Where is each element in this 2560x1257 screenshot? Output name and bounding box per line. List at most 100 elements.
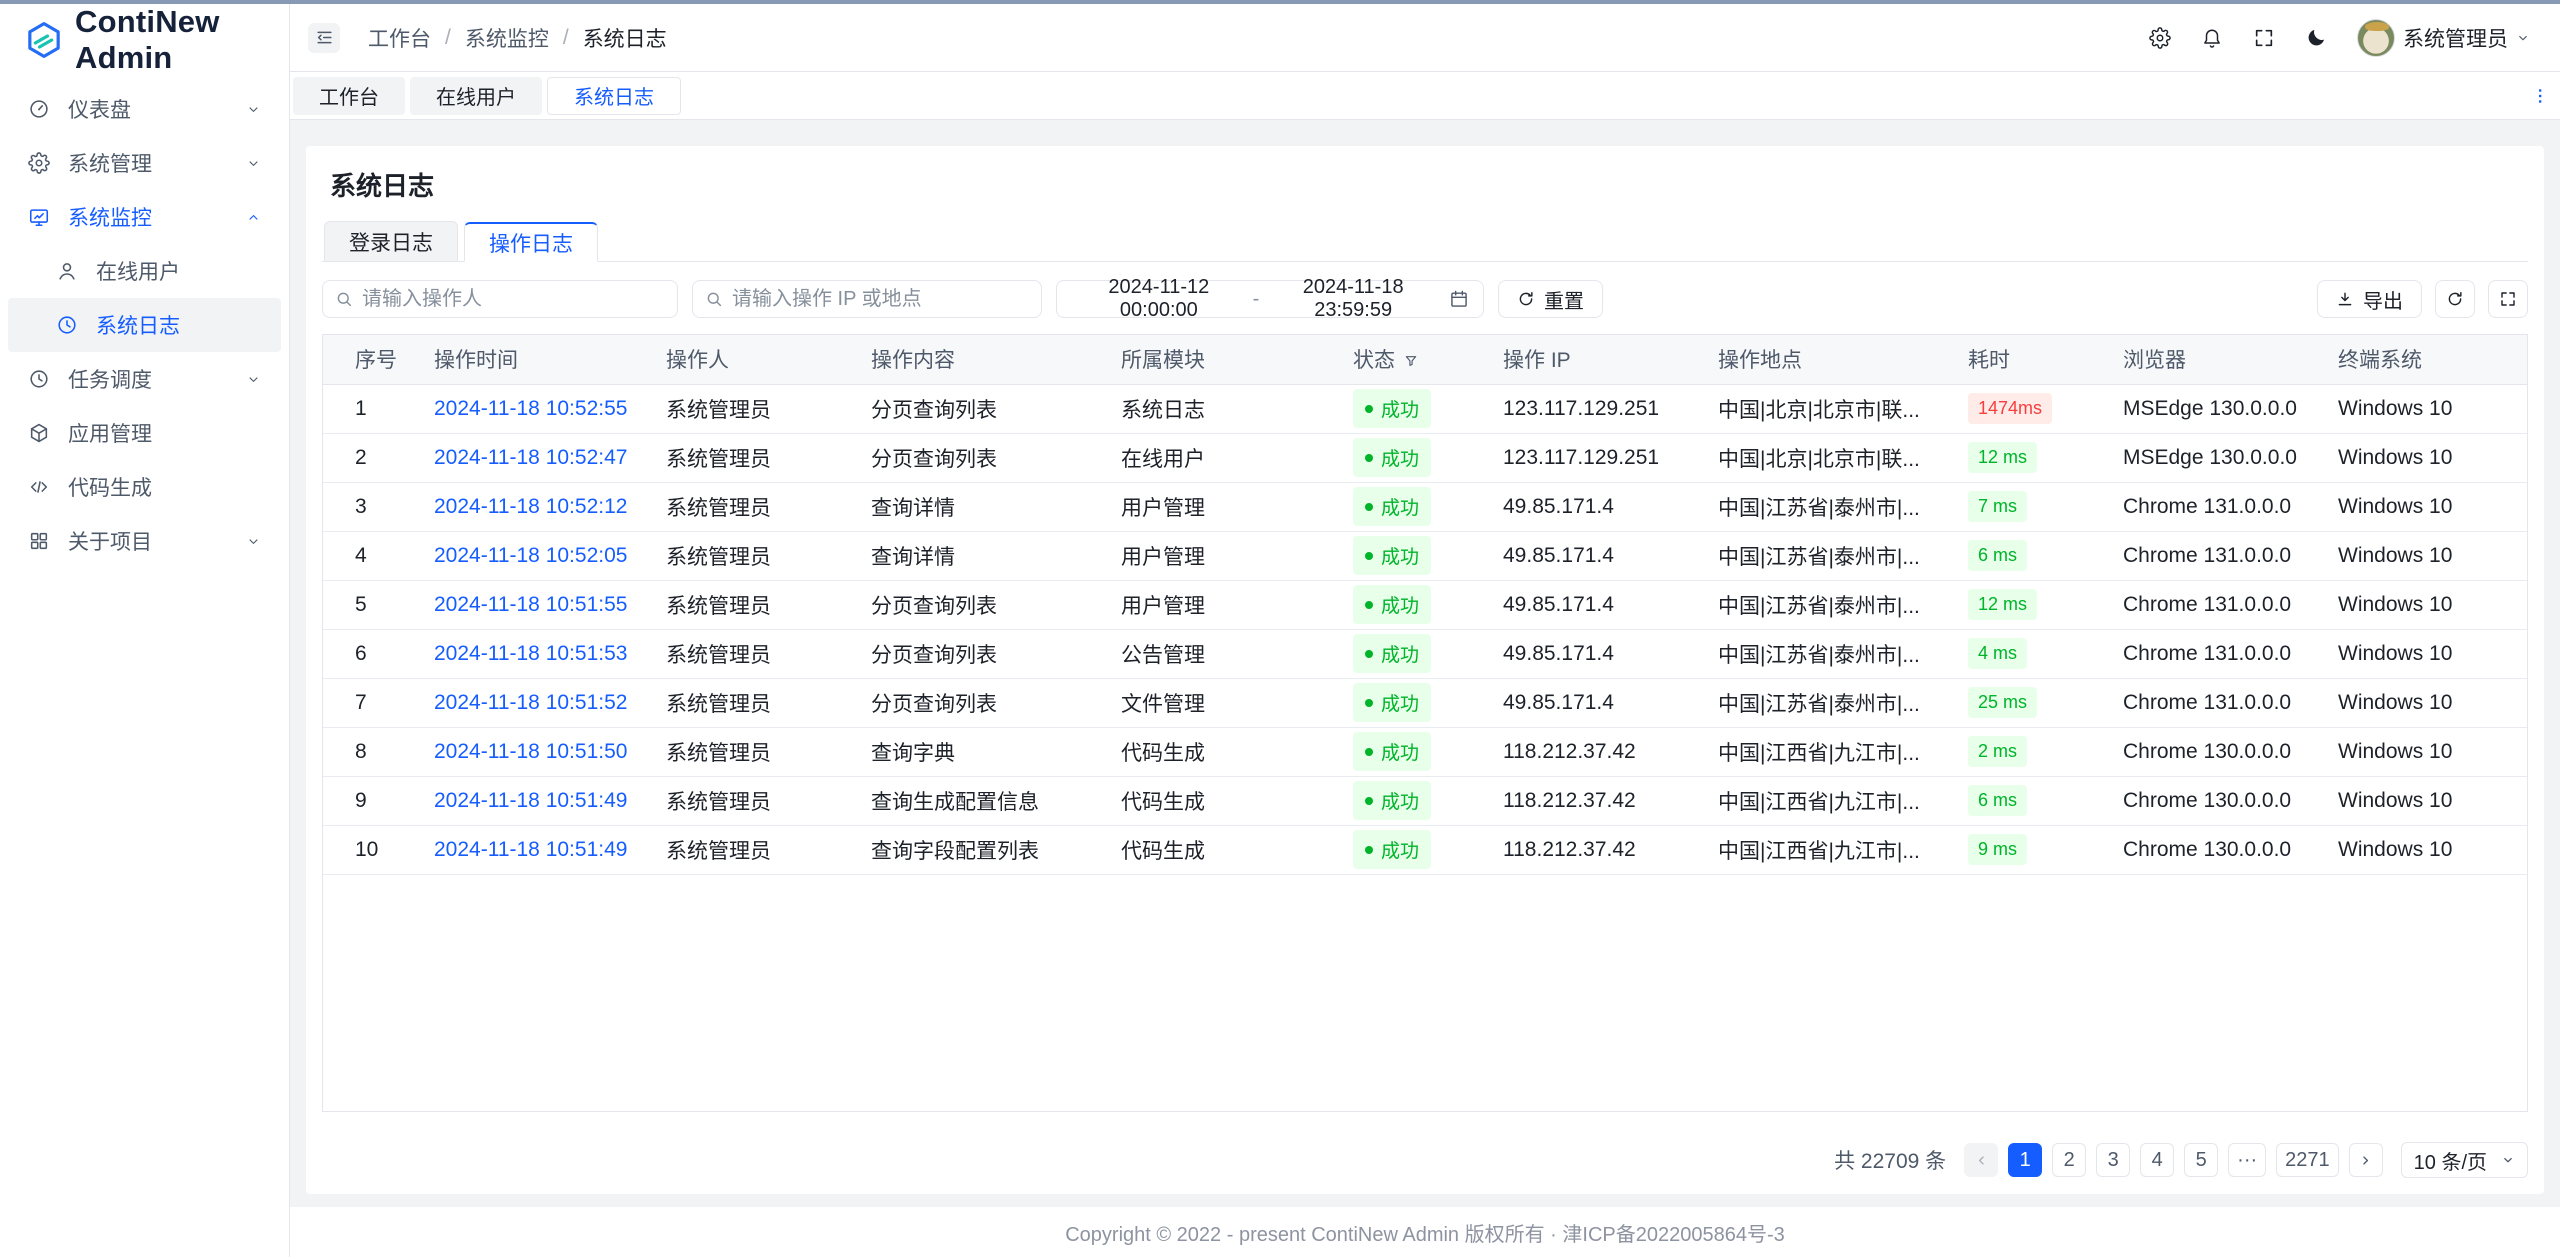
sidebar-item-online-user[interactable]: 在线用户 [8,244,281,298]
logo-hexagon-icon [24,20,64,60]
ip-search-input[interactable] [732,288,1029,311]
sidebar-item-task-schedule[interactable]: 任务调度 [8,352,281,406]
table-row: 82024-11-18 10:51:50系统管理员查询字典代码生成成功118.2… [323,727,2528,776]
cell-status: 成功 [1337,580,1487,629]
tabs-more-icon[interactable] [2530,86,2550,106]
time-link[interactable]: 2024-11-18 10:51:49 [434,838,627,861]
sidebar-item-code-generation[interactable]: 代码生成 [8,460,281,514]
cell-content: 查询字段配置列表 [855,825,1105,874]
settings-icon[interactable] [2149,27,2171,49]
cell-os: Windows 10 [2322,531,2528,580]
cell-content: 分页查询列表 [855,678,1105,727]
cell-location: 中国|江西省|九江市|... [1702,776,1952,825]
fullscreen-icon[interactable] [2253,27,2275,49]
sidebar-item-system-management[interactable]: 系统管理 [8,136,281,190]
pagination-page-5[interactable]: 5 [2184,1143,2218,1177]
reset-button[interactable]: 重置 [1498,280,1603,318]
time-link[interactable]: 2024-11-18 10:51:50 [434,740,627,763]
sidebar-item-label: 关于项目 [68,526,246,556]
page-size-select[interactable]: 10 条/页 [2401,1142,2528,1178]
pagination-ellipsis[interactable]: ··· [2228,1143,2266,1177]
status-badge: 成功 [1353,683,1431,722]
time-link[interactable]: 2024-11-18 10:52:12 [434,495,627,518]
column-header: 操作人 [650,335,855,384]
cell-operator: 系统管理员 [650,531,855,580]
duration-badge: 6 ms [1968,540,2027,571]
app-logo[interactable]: ContiNew Admin [0,4,289,76]
notification-bell-icon[interactable] [2201,27,2223,49]
cell-index: 2 [323,433,418,482]
status-dot-icon [1365,699,1373,707]
breadcrumb-separator: / [445,26,451,50]
cell-time: 2024-11-18 10:51:49 [418,776,650,825]
time-link[interactable]: 2024-11-18 10:52:47 [434,446,627,469]
breadcrumb-item[interactable]: 工作台 [368,23,431,53]
pagination-prev-button[interactable] [1964,1143,1998,1177]
pagination-next-button[interactable] [2349,1143,2383,1177]
cell-os: Windows 10 [2322,433,2528,482]
date-end-value[interactable]: 2024-11-18 23:59:59 [1265,276,1441,322]
date-range-picker[interactable]: 2024-11-12 00:00:00 - 2024-11-18 23:59:5… [1056,280,1484,318]
refresh-table-button[interactable] [2435,280,2475,318]
pagination-page-3[interactable]: 3 [2096,1143,2130,1177]
status-badge: 成功 [1353,830,1431,869]
chevron-down-icon [2516,31,2530,45]
open-tab-在线用户[interactable]: 在线用户 [410,77,542,115]
time-link[interactable]: 2024-11-18 10:52:05 [434,544,627,567]
breadcrumb-item[interactable]: 系统监控 [465,23,549,53]
cell-content: 分页查询列表 [855,433,1105,482]
status-dot-icon [1365,503,1373,511]
user-menu-trigger[interactable]: 系统管理员 [2357,19,2530,57]
cell-time: 2024-11-18 10:51:53 [418,629,650,678]
tab-login-log[interactable]: 登录日志 [324,221,458,261]
pagination-page-2[interactable]: 2 [2052,1143,2086,1177]
refresh-icon [2446,290,2464,308]
duration-badge: 7 ms [1968,491,2027,522]
cell-index: 9 [323,776,418,825]
sidebar-item-about-project[interactable]: 关于项目 [8,514,281,568]
operator-search-input[interactable] [362,288,665,311]
open-tab-系统日志[interactable]: 系统日志 [547,77,681,115]
status-badge: 成功 [1353,536,1431,575]
ip-search-field[interactable] [692,280,1042,318]
sidebar-collapse-button[interactable] [308,23,340,53]
time-link[interactable]: 2024-11-18 10:51:55 [434,593,627,616]
cell-content: 查询详情 [855,482,1105,531]
chevron-down-icon [246,372,261,387]
topbar-actions: 系统管理员 [2149,19,2530,57]
column-header: 耗时 [1952,335,2107,384]
sidebar-item-dashboard[interactable]: 仪表盘 [8,82,281,136]
date-start-value[interactable]: 2024-11-12 00:00:00 [1071,276,1247,322]
pagination-page-4[interactable]: 4 [2140,1143,2174,1177]
column-header: 状态 [1337,335,1487,384]
user-avatar[interactable] [2357,19,2395,57]
dark-mode-moon-icon[interactable] [2305,27,2327,49]
chevron-down-icon [2501,1153,2515,1167]
operator-search-field[interactable] [322,280,678,318]
export-button[interactable]: 导出 [2317,280,2422,318]
cell-index: 3 [323,482,418,531]
table-row: 12024-11-18 10:52:55系统管理员分页查询列表系统日志成功123… [323,384,2528,433]
pagination-page-1[interactable]: 1 [2008,1143,2042,1177]
time-link[interactable]: 2024-11-18 10:51:52 [434,691,627,714]
gauge-icon [28,98,50,120]
cell-browser: Chrome 131.0.0.0 [2107,629,2322,678]
status-dot-icon [1365,797,1373,805]
sidebar-item-system-log[interactable]: 系统日志 [8,298,281,352]
pagination-page-2271[interactable]: 2271 [2276,1143,2339,1177]
time-link[interactable]: 2024-11-18 10:51:53 [434,642,627,665]
status-badge: 成功 [1353,389,1431,428]
time-link[interactable]: 2024-11-18 10:51:49 [434,789,627,812]
filter-funnel-icon[interactable] [1403,353,1419,369]
breadcrumb: 工作台 / 系统监控 / 系统日志 [368,23,667,53]
cell-browser: Chrome 131.0.0.0 [2107,482,2322,531]
sidebar-item-system-monitor[interactable]: 系统监控 [8,190,281,244]
time-link[interactable]: 2024-11-18 10:52:55 [434,397,627,420]
open-tab-工作台[interactable]: 工作台 [293,77,405,115]
open-tabs-bar: 工作台在线用户系统日志 [290,72,2560,120]
cell-module: 文件管理 [1105,678,1337,727]
tab-operation-log[interactable]: 操作日志 [464,222,598,262]
sidebar-item-app-management[interactable]: 应用管理 [8,406,281,460]
duration-badge: 9 ms [1968,834,2027,865]
fullscreen-table-button[interactable] [2488,280,2528,318]
